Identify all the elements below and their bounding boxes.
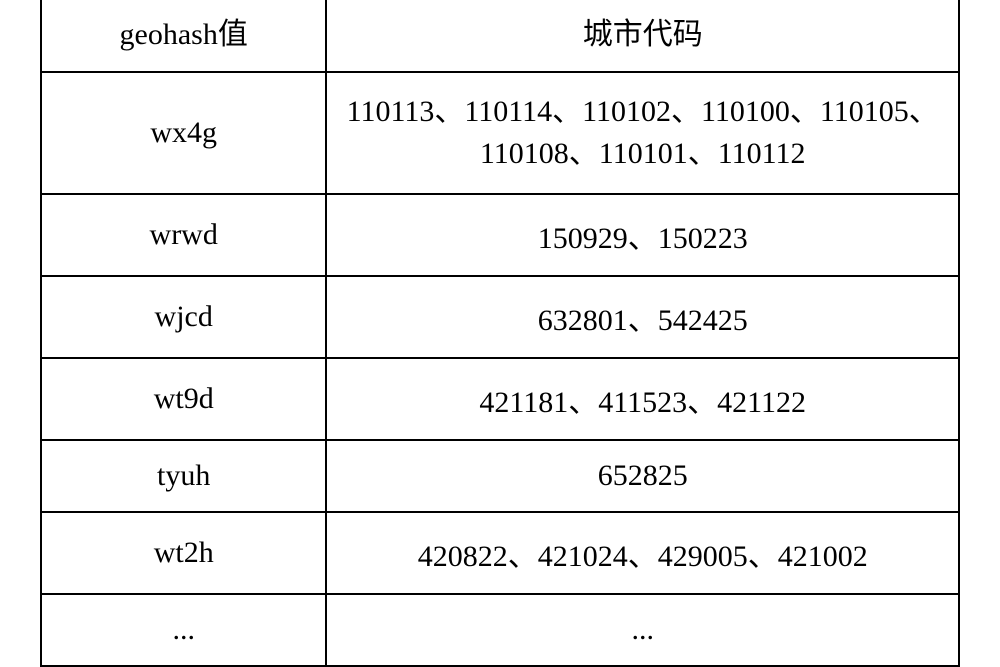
cell-geohash: ... [41, 594, 326, 666]
table-row: wrwd 150929、150223 [41, 194, 959, 276]
cell-city-code: 421181、411523、421122 [326, 358, 959, 440]
cell-city-code: 632801、542425 [326, 276, 959, 358]
table-header-row: geohash值 城市代码 [41, 0, 959, 72]
table-row: wt2h 420822、421024、429005、421002 [41, 512, 959, 594]
geohash-city-table: geohash值 城市代码 wx4g 110113、110114、110102、… [40, 0, 960, 667]
cell-geohash: wrwd [41, 194, 326, 276]
table-row: ... ... [41, 594, 959, 666]
header-geohash: geohash值 [41, 0, 326, 72]
cell-geohash: wx4g [41, 72, 326, 194]
table-row: wt9d 421181、411523、421122 [41, 358, 959, 440]
cell-geohash: wt9d [41, 358, 326, 440]
cell-city-code: 110113、110114、110102、110100、110105、11010… [326, 72, 959, 194]
cell-geohash: tyuh [41, 440, 326, 512]
cell-geohash: wjcd [41, 276, 326, 358]
table-row: wjcd 632801、542425 [41, 276, 959, 358]
header-city-code: 城市代码 [326, 0, 959, 72]
table-row: tyuh 652825 [41, 440, 959, 512]
cell-geohash: wt2h [41, 512, 326, 594]
cell-city-code: 420822、421024、429005、421002 [326, 512, 959, 594]
table-row: wx4g 110113、110114、110102、110100、110105、… [41, 72, 959, 194]
cell-city-code: 652825 [326, 440, 959, 512]
cell-city-code: ... [326, 594, 959, 666]
cell-city-code: 150929、150223 [326, 194, 959, 276]
